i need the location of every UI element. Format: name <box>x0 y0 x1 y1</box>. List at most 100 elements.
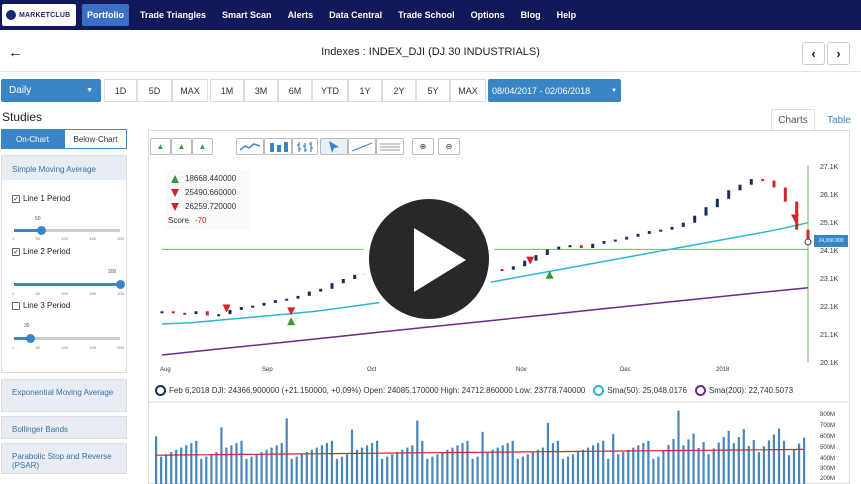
nav-trade-school[interactable]: Trade School <box>393 4 460 26</box>
dji-legend-icon <box>155 385 166 396</box>
range-5d[interactable]: 5D <box>137 79 172 102</box>
nav-alerts[interactable]: Alerts <box>283 4 319 26</box>
nav-smart-scan[interactable]: Smart Scan <box>217 4 277 26</box>
line1-checkbox-row[interactable]: ✓ Line 1 Period <box>12 194 70 203</box>
caret-down-icon: ▼ <box>86 87 93 94</box>
line1-slider[interactable] <box>14 226 120 235</box>
range-1m[interactable]: 1M <box>210 79 244 102</box>
tab-charts[interactable]: Charts <box>771 109 815 131</box>
volume-tick-label: 300M <box>820 466 836 472</box>
tab-below-chart[interactable]: Below-Chart <box>64 129 127 149</box>
tick: 200 <box>117 345 124 350</box>
marketclub-logo[interactable]: MARKETCLUB <box>2 4 76 26</box>
monthly-triangle-icon[interactable]: ▲ <box>150 138 171 155</box>
tab-on-chart[interactable]: On-Chart <box>1 129 64 149</box>
sma-title[interactable]: Simple Moving Average <box>2 156 126 180</box>
checkbox[interactable] <box>12 301 20 310</box>
range-5y[interactable]: 5Y <box>416 79 450 102</box>
study-ema[interactable]: Exponential Moving Average <box>1 379 127 412</box>
tick: 200 <box>117 291 124 296</box>
line3-checkbox-row[interactable]: Line 3 Period <box>12 301 70 310</box>
nav-data-central[interactable]: Data Central <box>324 4 387 26</box>
score-row: Score -70 <box>168 216 206 225</box>
chart-frame <box>148 130 850 484</box>
range-1y[interactable]: 1Y <box>348 79 382 102</box>
y-tick-label: 22.1K <box>820 304 839 311</box>
title-bar: ← Indexes : INDEX_DJI (DJ 30 INDUSTRIALS… <box>0 34 861 72</box>
checkbox[interactable]: ✓ <box>12 194 20 203</box>
down-triangle-icon <box>171 188 179 197</box>
x-tick-label: Dec <box>620 367 631 373</box>
checkbox[interactable]: ✓ <box>12 247 20 256</box>
line2-checkbox-row[interactable]: ✓ Line 2 Period <box>12 247 70 256</box>
study-bollinger[interactable]: Bollinger Bands <box>1 416 127 439</box>
line1-label: Line 1 Period <box>23 194 71 203</box>
line-chart-icon[interactable] <box>236 138 264 155</box>
x-tick-label: Nov <box>516 367 527 373</box>
weekly-triangle-icon[interactable]: ▲ <box>171 138 192 155</box>
candle-chart-icon[interactable] <box>264 138 292 155</box>
sma-panel: Simple Moving Average ✓ Line 1 Period 50 … <box>1 155 127 373</box>
legend-sma200: Sma(200): 22,740.5073 <box>708 386 794 395</box>
range-max-short[interactable]: MAX <box>172 79 208 102</box>
nav-trade-triangles[interactable]: Trade Triangles <box>135 4 211 26</box>
legend-sma50: Sma(50): 25,048.0176 <box>607 386 687 395</box>
study-psar[interactable]: Parabolic Stop and Reverse (PSAR) <box>1 443 127 474</box>
cursor-tool-icon[interactable] <box>320 138 348 155</box>
tick: 50 <box>35 236 40 241</box>
fibonacci-tool-icon[interactable] <box>376 138 404 155</box>
line2-slider-fill <box>14 283 120 286</box>
page-title: Indexes : INDEX_DJI (DJ 30 INDUSTRIALS) <box>321 46 540 58</box>
line3-slider-handle[interactable] <box>25 334 35 343</box>
date-range-picker[interactable]: 08/04/2017 - 02/06/2018 ▼ <box>488 79 621 102</box>
interval-select[interactable]: Daily ▼ <box>1 79 101 102</box>
nav-options[interactable]: Options <box>466 4 510 26</box>
y-tick-label: 23.1K <box>820 276 839 283</box>
range-3m[interactable]: 3M <box>244 79 278 102</box>
video-play-button[interactable] <box>363 193 495 325</box>
tick: 150 <box>89 291 96 296</box>
range-ytd[interactable]: YTD <box>312 79 348 102</box>
logo-mark-icon <box>6 10 16 20</box>
sma50-legend-icon <box>593 385 605 396</box>
prev-button[interactable]: ‹ <box>802 42 825 65</box>
line2-slider-handle[interactable] <box>116 280 125 289</box>
nav-blog[interactable]: Blog <box>516 4 546 26</box>
zoom-out-icon[interactable]: ⊖ <box>438 138 460 155</box>
y-tick-label: 25.1K <box>820 220 839 227</box>
range-6m[interactable]: 6M <box>278 79 312 102</box>
line1-slider-handle[interactable] <box>36 226 46 235</box>
legend-main: Feb 6,2018 DJI: 24366.900000 (+21.150000… <box>169 386 586 395</box>
tick: 50 <box>35 345 40 350</box>
tick: 1 <box>12 291 15 296</box>
volume-tick-label: 200M <box>820 476 836 482</box>
interval-value: Daily <box>9 85 32 96</box>
line2-slider[interactable] <box>14 280 125 289</box>
volume-tick-label: 500M <box>820 445 836 451</box>
tab-table[interactable]: Table <box>820 109 858 131</box>
line2-label: Line 2 Period <box>23 247 71 256</box>
next-button[interactable]: › <box>827 42 850 65</box>
volume-tick-label: 600M <box>820 434 836 440</box>
range-1d[interactable]: 1D <box>104 79 137 102</box>
range-2y[interactable]: 2Y <box>382 79 416 102</box>
nav-portfolio[interactable]: Portfolio <box>82 4 129 26</box>
last-price-tag: 24,366.900 <box>814 235 848 247</box>
studies-tabs: On-Chart Below-Chart <box>1 129 127 149</box>
ohlc-chart-icon[interactable] <box>292 138 318 155</box>
chevron-right-icon: › <box>836 46 841 61</box>
daily-triangle-icon[interactable]: ▲ <box>192 138 213 155</box>
chart-legend: Feb 6,2018 DJI: 24366.900000 (+21.150000… <box>155 385 793 396</box>
tick: 200 <box>117 236 124 241</box>
range-max[interactable]: MAX <box>450 79 486 102</box>
triangle-row-daily: 26259.720000 <box>171 202 236 211</box>
draw-line-icon[interactable] <box>348 138 376 155</box>
trade-triangle-panel: 18668.440000 25490.660000 26259.720000 S… <box>165 170 250 230</box>
line3-slider[interactable] <box>14 334 120 343</box>
volume-tick-label: 800M <box>820 412 836 418</box>
y-tick-label: 26.1K <box>820 192 839 199</box>
chevron-left-icon: ‹ <box>811 46 816 61</box>
volume-tick-label: 400M <box>820 456 836 462</box>
zoom-in-icon[interactable]: ⊕ <box>412 138 434 155</box>
nav-help[interactable]: Help <box>552 4 582 26</box>
